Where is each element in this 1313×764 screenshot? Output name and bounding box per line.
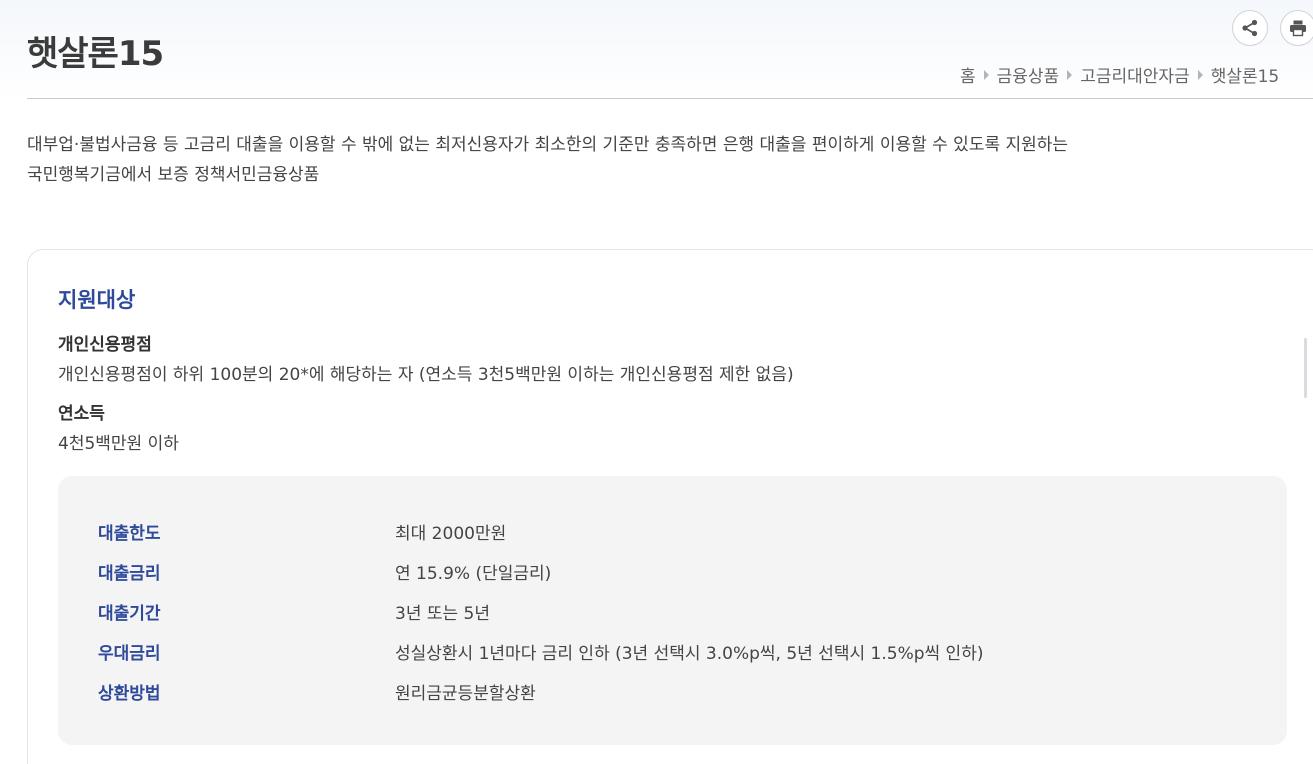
loan-info-key: 대출금리 <box>98 564 161 584</box>
share-icon <box>1242 19 1258 37</box>
breadcrumb-separator-icon <box>1067 69 1073 80</box>
title-divider <box>27 98 1313 99</box>
loan-info-row-preferential-rate: 우대금리 성실상환시 1년마다 금리 인하 (3년 선택시 3.0%p씩, 5년… <box>98 639 1248 665</box>
scrollbar-thumb[interactable] <box>1304 338 1307 398</box>
section-title-eligibility: 지원대상 <box>58 288 136 312</box>
criterion-label-credit-score: 개인신용평점 <box>58 335 152 355</box>
loan-info-row-limit: 대출한도 최대 2000만원 <box>98 519 1248 545</box>
criterion-value-credit-score: 개인신용평점이 하위 100분의 20*에 해당하는 자 (연소득 3천5백만원… <box>58 365 794 385</box>
loan-info-value: 성실상환시 1년마다 금리 인하 (3년 선택시 3.0%p씩, 5년 선택시 … <box>395 644 984 664</box>
loan-info-row-repayment: 상환방법 원리금균등분할상환 <box>98 679 1248 705</box>
loan-info-row-rate: 대출금리 연 15.9% (단일금리) <box>98 559 1248 585</box>
page-title: 햇살론15 <box>27 34 164 74</box>
loan-info-key: 대출기간 <box>98 604 161 624</box>
loan-info-value: 3년 또는 5년 <box>395 604 490 624</box>
loan-info-key: 상환방법 <box>98 684 161 704</box>
loan-info-key: 우대금리 <box>98 644 161 664</box>
intro-line: 대부업·불법사금융 등 고금리 대출을 이용할 수 밖에 없는 최저신용자가 최… <box>27 135 1069 155</box>
breadcrumb-home[interactable]: 홈 <box>960 67 976 87</box>
loan-info-key: 대출한도 <box>98 524 161 544</box>
print-icon <box>1290 20 1306 37</box>
loan-info-value: 최대 2000만원 <box>395 524 507 544</box>
breadcrumb-financial-products[interactable]: 금융상품 <box>997 67 1060 87</box>
criterion-value-annual-income: 4천5백만원 이하 <box>58 434 179 454</box>
breadcrumb: 홈 금융상품 고금리대안자금 햇살론15 <box>960 62 1279 87</box>
breadcrumb-high-interest-alternative[interactable]: 고금리대안자금 <box>1080 67 1189 87</box>
breadcrumb-separator-icon <box>1197 69 1203 80</box>
print-button[interactable] <box>1280 10 1313 46</box>
breadcrumb-current[interactable]: 햇살론15 <box>1211 67 1280 87</box>
share-button[interactable] <box>1232 10 1268 46</box>
loan-info-value: 연 15.9% (단일금리) <box>395 564 552 584</box>
loan-info-row-term: 대출기간 3년 또는 5년 <box>98 599 1248 625</box>
product-intro: 대부업·불법사금융 등 고금리 대출을 이용할 수 밖에 없는 최저신용자가 최… <box>27 130 1277 190</box>
breadcrumb-separator-icon <box>983 69 989 80</box>
intro-line: 국민행복기금에서 보증 정책서민금융상품 <box>27 165 320 185</box>
criterion-label-annual-income: 연소득 <box>58 404 105 424</box>
loan-info-value: 원리금균등분할상환 <box>395 684 536 704</box>
page: 햇살론15 홈 금융상품 고금리대안자금 햇살론15 대부업·불법사금융 등 고금리 … <box>0 0 1313 764</box>
